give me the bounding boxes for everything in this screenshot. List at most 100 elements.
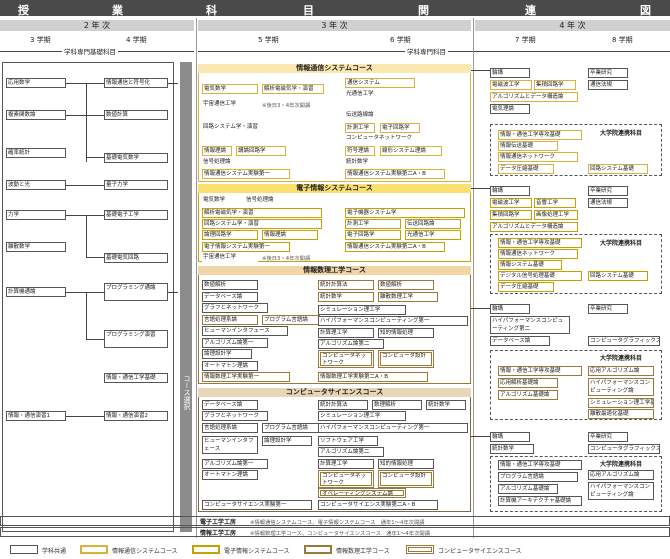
course-name: 電子情報システムコース	[198, 184, 471, 193]
year-2-header: 2 年 次	[0, 20, 194, 31]
semester-4: 4 学期	[126, 36, 147, 44]
legend-swatch	[192, 545, 220, 554]
subject-box: 離散数理工学	[378, 292, 438, 302]
subject-box: 論理回路学	[202, 230, 258, 240]
subject-box: 情報数理工学実験第一	[202, 372, 290, 382]
subject-box: データベース論	[202, 292, 258, 302]
subject-box: 伝送回路論	[405, 219, 461, 229]
subject-box: 応用アルゴリズム論	[588, 470, 654, 480]
subject-box: ヒューマンインタフェース	[202, 326, 288, 336]
semester-3: 3 学期	[30, 36, 51, 44]
connector	[86, 292, 87, 340]
subject-box: 情報・通信工学専攻基礎	[498, 130, 582, 140]
specialized-subjects-header: 学科専門科目	[405, 46, 448, 56]
title-char: 業	[112, 4, 123, 17]
subject-box: アルゴリズム基礎論	[498, 484, 558, 494]
basic-subjects-header: 学科専門基礎科目	[62, 46, 118, 56]
subject-box: 回路システム基礎	[588, 271, 648, 281]
subject-box: データベース論	[490, 336, 550, 346]
subject-box: データベース論	[202, 400, 258, 410]
subject-box: 量子力学	[104, 180, 168, 190]
subject-box: ヒューマンインタフェース	[202, 436, 258, 454]
diagram-title: 授 業 科 目 関 連 図	[0, 0, 670, 17]
subject-box: 卒業研究	[588, 186, 628, 196]
subject-box: 情報通信システム実験第一	[202, 169, 290, 179]
subject-box: 情報・通信工学専攻基礎	[498, 460, 582, 470]
subject-box: 電子回路学	[345, 230, 401, 240]
subject-box: 計算機通論	[6, 287, 66, 297]
subject-box: 統計数学	[318, 292, 374, 302]
subject-box: シミュレーション理工学	[318, 411, 406, 421]
legend-label: 情報通信システムコース	[112, 548, 178, 555]
subject-box: ハイパフォーマンスコンピューティング第一	[318, 316, 468, 326]
connector	[66, 416, 104, 417]
subject-box: アルゴリズム基礎論	[498, 390, 558, 400]
subject-box: 基礎電子工学	[104, 210, 168, 220]
subject-box: ハイパフォーマンスコンピューティング論	[588, 482, 654, 500]
subject-box: 情報理論	[202, 146, 232, 156]
subject-box: 計算理工学	[318, 459, 374, 469]
subject-box: 力学	[6, 210, 66, 220]
connector	[168, 292, 178, 293]
title-char: 科	[206, 4, 217, 17]
subject-box: 信号処理論	[245, 196, 295, 206]
subject-box: 知的情報処理	[378, 459, 434, 469]
subject-box: 符号理論	[345, 146, 375, 156]
subject-box: 情報システム基礎	[498, 260, 562, 270]
connector	[471, 188, 490, 189]
subject-box: アルゴリズム論第一	[202, 338, 268, 348]
subject-box: 通信システム	[345, 78, 415, 88]
subject-box: 数値解析	[378, 280, 434, 290]
subject-box: アルゴリズムとデータ構造論	[490, 92, 578, 102]
divider	[196, 18, 197, 538]
subject-box: アルゴリズム論第一	[202, 459, 268, 469]
title-char: 関	[418, 4, 429, 17]
subject-box: 情報理論	[262, 230, 318, 240]
subject-box: コンピュータネットワーク	[318, 350, 374, 368]
subject-box: 光通信工学	[405, 230, 461, 240]
subject-box: 情報・通信工学基礎	[104, 373, 168, 383]
subject-box: 波動と光	[6, 180, 66, 190]
subject-box: 計算機アーキテクチャ基礎論	[498, 496, 582, 506]
year-4-header: 4 年 次	[475, 20, 670, 31]
subject-box: 数値解析	[202, 280, 258, 290]
subject-box: 回路システム学・演習	[202, 219, 322, 229]
subject-box: 電気数学	[202, 196, 242, 206]
subject-box: 応用解析基礎論	[498, 378, 558, 388]
subject-box: 宇宙通信工学	[202, 253, 258, 262]
grad-group-title: 大学院連携科目	[600, 240, 643, 247]
subject-box: コンピュータ設計	[378, 470, 434, 488]
year-3-header: 3 年 次	[198, 20, 471, 31]
course-relation-diagram: 授 業 科 目 関 連 図 2 年 次 3 年 次 4 年 次 3 学期 4 学…	[0, 0, 670, 559]
schedule-note: ※後日3・4年次開講	[262, 103, 311, 109]
course-name: 情報数理工学コース	[198, 266, 471, 275]
subject-box: 電子機器システム学	[345, 208, 465, 218]
connector	[471, 308, 490, 309]
subject-box: コンピュータグラフィックス	[588, 444, 660, 454]
connector	[86, 215, 87, 258]
subject-box: 集積回路学	[490, 210, 532, 220]
subject-box: 集積回路学	[534, 80, 576, 90]
divider	[473, 18, 474, 538]
subject-box: 基礎電気数学	[104, 153, 168, 163]
legend-label: 学科共通	[42, 548, 67, 555]
subject-box: データ圧縮基礎	[498, 282, 554, 292]
subject-box: プログラム言語論	[498, 472, 578, 482]
grad-group-title: 大学院連携科目	[600, 130, 643, 137]
subject-box: 情報通信ネットワーク	[498, 249, 578, 259]
semester-5: 5 学期	[258, 36, 279, 44]
subject-box: 電磁波工学	[490, 198, 532, 208]
subject-box: 統計計算法	[318, 400, 368, 410]
subject-box: 知的情報処理	[378, 328, 434, 338]
subject-box: 情報伝送基礎	[498, 141, 558, 151]
subject-box: 電気理論	[490, 104, 530, 114]
subject-box: 計測工学	[345, 123, 375, 133]
subject-box: 電気数学	[202, 84, 258, 94]
subject-box: 光通信工学	[345, 90, 415, 100]
subject-box: 通信法規	[588, 198, 628, 208]
connector	[66, 185, 104, 186]
course-name: 情報通信システムコース	[198, 64, 471, 73]
subject-box: 輪講	[490, 432, 530, 442]
subject-box: 応用数学	[6, 78, 66, 88]
subject-box: 輪講	[490, 186, 530, 196]
